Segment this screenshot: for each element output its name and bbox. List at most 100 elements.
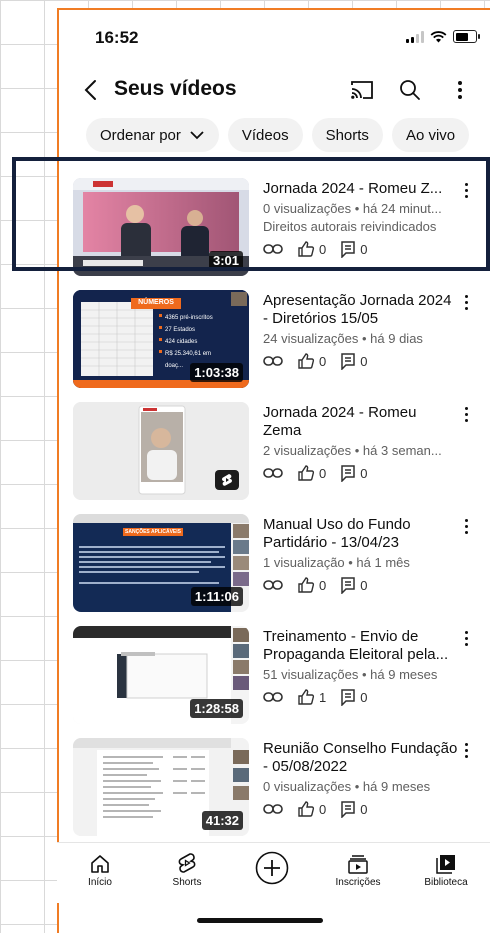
- comment-count: 0: [360, 465, 368, 481]
- nav-shorts[interactable]: Shorts: [152, 851, 222, 888]
- chip-sort[interactable]: Ordenar por: [86, 118, 219, 152]
- video-info: Apresentação Jornada 2024 - Diretórios 1…: [263, 292, 458, 370]
- home-indicator: [197, 918, 323, 923]
- comment-icon: [341, 353, 355, 370]
- video-item[interactable]: 1:28:58 Treinamento - Envio de Propagand…: [59, 618, 490, 726]
- comment-icon: [341, 465, 355, 482]
- share-link-icon[interactable]: [263, 579, 283, 591]
- nav-subscriptions[interactable]: Inscrições: [323, 851, 393, 888]
- video-actions: 1 0: [263, 688, 458, 706]
- comments: 0: [340, 352, 367, 370]
- video-item[interactable]: Jornada 2024 - Romeu Zema 2 visualizaçõe…: [59, 394, 490, 502]
- video-thumbnail[interactable]: NÚMEROS 4365 pré-inscritos 27 Estados 42…: [73, 290, 249, 388]
- more-vertical-icon[interactable]: [443, 73, 477, 107]
- subscriptions-icon: [323, 851, 393, 877]
- comment-count: 0: [360, 353, 368, 369]
- video-title[interactable]: Apresentação Jornada 2024 - Diretórios 1…: [263, 292, 458, 328]
- video-meta: 2 visualizações • há 3 seman...: [263, 443, 442, 458]
- chip-shorts[interactable]: Shorts: [311, 118, 383, 152]
- chip-live[interactable]: Ao vivo: [391, 118, 470, 152]
- share-link-icon[interactable]: [263, 691, 283, 703]
- library-icon: [411, 851, 481, 877]
- video-meta: 0 visualizações • há 9 meses: [263, 779, 431, 794]
- status-icons: [406, 30, 480, 43]
- video-title[interactable]: Reunião Conselho Fundação - 05/08/2022: [263, 740, 458, 776]
- video-actions: 0 0: [263, 800, 458, 818]
- likes: 0: [297, 576, 326, 594]
- video-meta: 1 visualização • há 1 mês: [263, 555, 410, 570]
- like-count: 1: [319, 689, 327, 705]
- comment-icon: [341, 577, 355, 594]
- thumbs-up-icon: [298, 801, 315, 817]
- thumbs-up-icon: [298, 689, 315, 705]
- video-actions: 0 0: [263, 576, 458, 594]
- video-more-icon[interactable]: [459, 740, 473, 760]
- video-more-icon[interactable]: [459, 292, 473, 312]
- comments: 0: [340, 688, 367, 706]
- video-title[interactable]: Treinamento - Envio de Propaganda Eleito…: [263, 628, 458, 664]
- video-more-icon[interactable]: [459, 516, 473, 536]
- slide-heading: SANÇÕES APLICÁVEIS: [125, 529, 181, 535]
- comments: 0: [340, 464, 367, 482]
- share-link-icon[interactable]: [263, 467, 283, 479]
- slide-heading: NÚMEROS: [138, 299, 174, 306]
- chip-live-label: Ao vivo: [405, 126, 456, 144]
- video-actions: 0 0: [263, 352, 458, 370]
- video-thumbnail[interactable]: [73, 402, 249, 500]
- wifi-icon: [430, 30, 447, 42]
- nav-library-label: Biblioteca: [424, 877, 468, 888]
- shorts-icon: [152, 851, 222, 877]
- video-meta: 24 visualizações • há 9 dias: [263, 331, 423, 346]
- slide-bullet: R$ 25.340,61 em: [165, 351, 212, 357]
- video-more-icon[interactable]: [459, 628, 473, 648]
- chip-videos[interactable]: Vídeos: [227, 118, 303, 152]
- slide-bullet: 4365 pré-inscritos: [165, 315, 213, 321]
- nav-library[interactable]: Biblioteca: [411, 851, 481, 888]
- like-count: 0: [319, 801, 327, 817]
- video-info: Treinamento - Envio de Propaganda Eleito…: [263, 628, 458, 706]
- comments: 0: [340, 576, 367, 594]
- duration-badge: 1:11:06: [190, 587, 243, 606]
- likes: 1: [297, 688, 326, 706]
- app-header: Seus vídeos: [59, 65, 490, 115]
- video-title[interactable]: Manual Uso do Fundo Partidário - 13/04/2…: [263, 516, 458, 552]
- duration-badge: 41:32: [201, 811, 243, 830]
- likes: 0: [297, 352, 326, 370]
- video-info: Jornada 2024 - Romeu Zema 2 visualizaçõe…: [263, 404, 458, 482]
- phone-screen: 16:52 Seus vídeos Ordenar por Vídeos Sho…: [57, 8, 490, 933]
- video-item[interactable]: SANÇÕES APLICÁVEIS 1:11:06 Manual Uso do…: [59, 506, 490, 614]
- back-arrow-icon[interactable]: [73, 73, 107, 107]
- chip-shorts-label: Shorts: [325, 126, 369, 144]
- search-icon[interactable]: [393, 73, 427, 107]
- create-plus-icon: [237, 851, 307, 885]
- video-info: Reunião Conselho Fundação - 05/08/2022 0…: [263, 740, 458, 818]
- comment-icon: [341, 801, 355, 818]
- shorts-icon: [215, 470, 239, 490]
- share-link-icon[interactable]: [263, 355, 283, 367]
- nav-home[interactable]: Início: [65, 851, 135, 888]
- share-link-icon[interactable]: [263, 803, 283, 815]
- comment-count: 0: [360, 801, 368, 817]
- status-time: 16:52: [95, 28, 139, 47]
- battery-icon: [453, 30, 480, 43]
- filter-chips: Ordenar por Vídeos Shorts Ao vivo: [86, 118, 470, 152]
- slide-bullet: 424 cidades: [165, 339, 198, 345]
- thumbs-up-icon: [298, 465, 315, 481]
- nav-create[interactable]: [237, 851, 307, 885]
- nav-home-label: Início: [88, 877, 112, 888]
- video-thumbnail[interactable]: 1:28:58: [73, 626, 249, 724]
- video-title[interactable]: Jornada 2024 - Romeu Zema: [263, 404, 458, 440]
- cast-icon[interactable]: [345, 73, 379, 107]
- video-more-icon[interactable]: [459, 404, 473, 424]
- like-count: 0: [319, 353, 327, 369]
- like-count: 0: [319, 577, 327, 593]
- like-count: 0: [319, 465, 327, 481]
- video-thumbnail[interactable]: SANÇÕES APLICÁVEIS 1:11:06: [73, 514, 249, 612]
- video-thumbnail[interactable]: 41:32: [73, 738, 249, 836]
- page-title: Seus vídeos: [114, 77, 237, 100]
- duration-badge: 1:28:58: [190, 699, 243, 718]
- video-item[interactable]: 41:32 Reunião Conselho Fundação - 05/08/…: [59, 730, 490, 838]
- comment-count: 0: [360, 689, 368, 705]
- bottom-nav: Início Shorts Inscrições Biblioteca: [57, 842, 490, 903]
- video-item[interactable]: NÚMEROS 4365 pré-inscritos 27 Estados 42…: [59, 282, 490, 390]
